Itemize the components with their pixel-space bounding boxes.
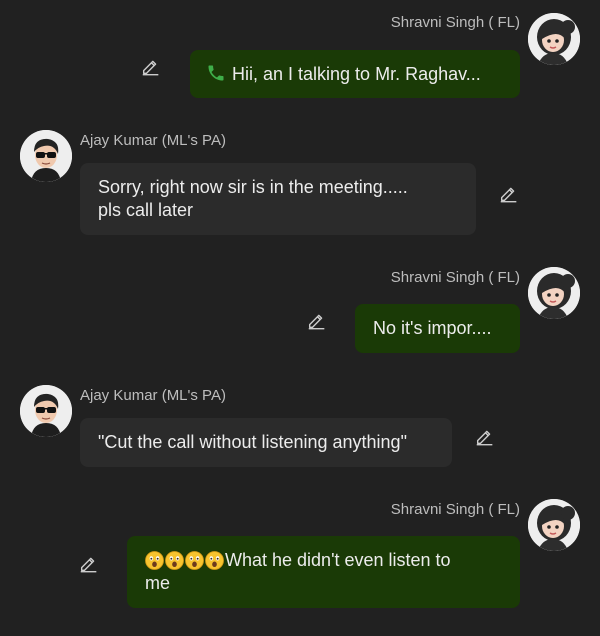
message-text: Hii, an I talking to Mr. Raghav... <box>232 64 481 84</box>
edit-icon[interactable] <box>306 309 328 331</box>
message-bubble[interactable]: No it's impor.... <box>355 304 520 353</box>
message-text: "Cut the call without listening anything… <box>98 432 407 452</box>
boy-avatar-icon <box>20 385 72 437</box>
message-text-line: pls call later <box>98 200 194 220</box>
girl-avatar-icon <box>528 267 580 319</box>
edit-icon[interactable] <box>474 425 496 447</box>
message-text: What he didn't even listen to <box>225 550 451 570</box>
astonished-face-icon <box>205 551 224 570</box>
avatar[interactable] <box>528 499 580 551</box>
phone-icon <box>208 65 224 81</box>
message-text-line: Sorry, right now sir is in the meeting..… <box>98 177 408 197</box>
message-bubble[interactable]: Sorry, right now sir is in the meeting..… <box>80 163 476 235</box>
sender-name: Ajay Kumar (ML's PA) <box>80 387 226 404</box>
girl-avatar-icon <box>528 499 580 551</box>
message-bubble[interactable]: What he didn't even listen to me <box>127 536 520 608</box>
astonished-face-icon <box>185 551 204 570</box>
message-text-line: me <box>145 573 171 593</box>
message-bubble[interactable]: "Cut the call without listening anything… <box>80 418 452 467</box>
astonished-face-icon <box>165 551 184 570</box>
edit-icon[interactable] <box>140 55 162 77</box>
astonished-face-icon <box>145 551 164 570</box>
girl-avatar-icon <box>528 13 580 65</box>
sender-name: Shravni Singh ( FL) <box>390 14 520 31</box>
sender-name: Shravni Singh ( FL) <box>390 269 520 286</box>
sender-name: Ajay Kumar (ML's PA) <box>80 132 226 149</box>
avatar[interactable] <box>20 385 72 437</box>
edit-icon[interactable] <box>498 182 520 204</box>
edit-icon[interactable] <box>78 552 100 574</box>
message-bubble[interactable]: Hii, an I talking to Mr. Raghav... <box>190 50 520 98</box>
avatar[interactable] <box>20 130 72 182</box>
message-text: No it's impor.... <box>373 318 492 338</box>
sender-name: Shravni Singh ( FL) <box>390 501 520 518</box>
boy-avatar-icon <box>20 130 72 182</box>
avatar[interactable] <box>528 267 580 319</box>
avatar[interactable] <box>528 13 580 65</box>
message-text-line: What he didn't even listen to <box>145 549 502 572</box>
